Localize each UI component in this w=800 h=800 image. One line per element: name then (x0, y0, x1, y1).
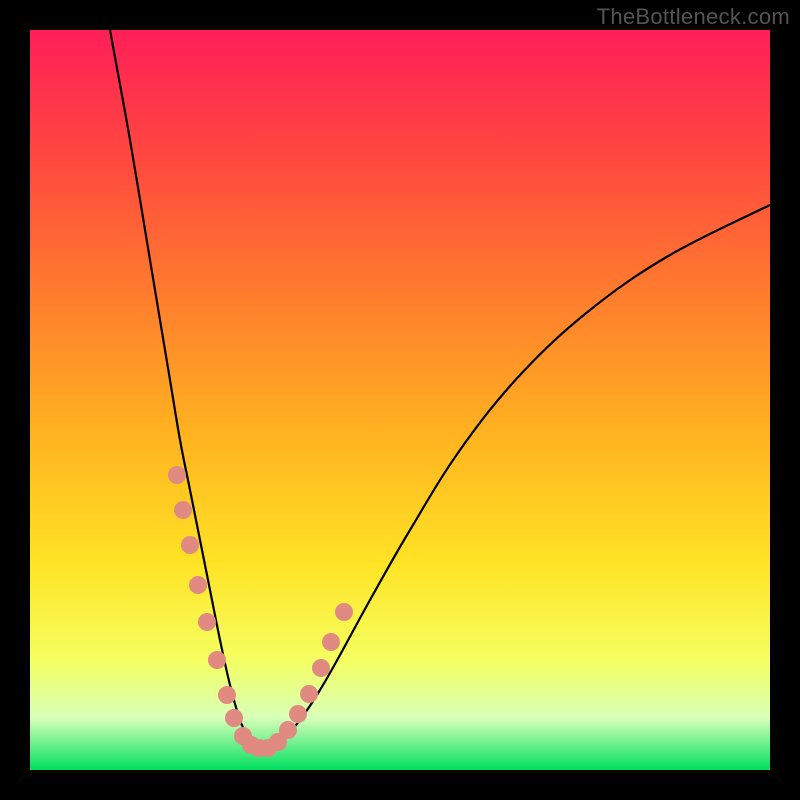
curve-marker (312, 659, 330, 677)
curve-marker (189, 576, 207, 594)
watermark-text: TheBottleneck.com (597, 4, 790, 30)
chart-stage: TheBottleneck.com (0, 0, 800, 800)
curve-marker (289, 705, 307, 723)
bottleneck-curve (110, 30, 770, 751)
curve-marker (300, 685, 318, 703)
curve-marker (174, 501, 192, 519)
curve-marker (322, 633, 340, 651)
curve-marker (335, 603, 353, 621)
curve-marker (198, 613, 216, 631)
plot-area (30, 30, 770, 770)
curve-marker (181, 536, 199, 554)
curve-markers (168, 466, 353, 757)
curve-marker (218, 686, 236, 704)
curve-marker (168, 466, 186, 484)
curve-marker (208, 651, 226, 669)
curve-layer (30, 30, 770, 770)
curve-marker (225, 709, 243, 727)
curve-marker (279, 721, 297, 739)
